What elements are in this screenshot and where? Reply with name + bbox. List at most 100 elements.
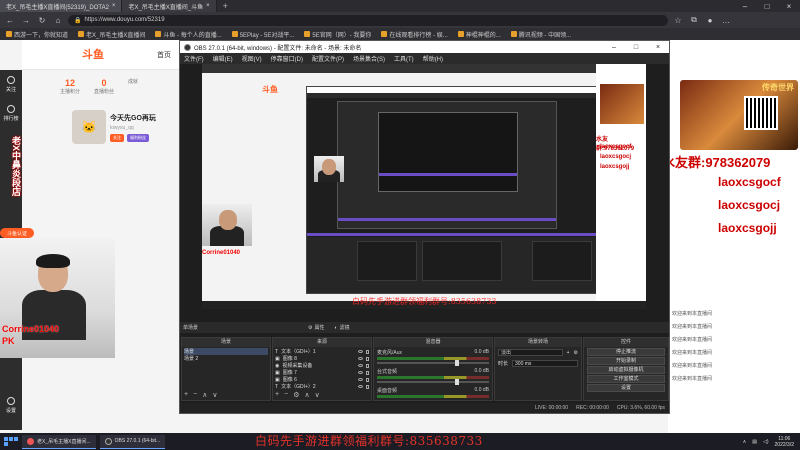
maximize-icon[interactable]: □: [625, 44, 647, 51]
gear-icon[interactable]: ⚙: [293, 391, 299, 399]
obs-preview[interactable]: 斗鱼 Corrine01040 水友群:978362079 laoxcsgocf…: [202, 64, 646, 309]
volume-slider[interactable]: [377, 360, 489, 366]
remove-icon[interactable]: −: [193, 391, 197, 399]
fan-tag[interactable]: 福利粉丝: [127, 134, 149, 142]
visibility-icon[interactable]: [358, 385, 363, 388]
source-item[interactable]: ▣ 图像 7: [275, 369, 369, 376]
source-item[interactable]: ▣ 图像 8: [275, 355, 369, 362]
sidebar-item-rank[interactable]: 排行榜: [0, 99, 22, 128]
menu-edit[interactable]: 编辑(E): [213, 54, 233, 63]
transition-select[interactable]: 淡出: [498, 349, 563, 356]
lock-icon[interactable]: [366, 377, 369, 382]
follow-tag[interactable]: 关注: [110, 134, 124, 142]
windows-start-icon[interactable]: [0, 437, 18, 446]
nav-home-link[interactable]: 首页: [157, 50, 171, 60]
star-icon[interactable]: ☆: [672, 16, 684, 25]
lock-icon[interactable]: [366, 370, 369, 375]
source-item[interactable]: ▣ 图像 6: [275, 376, 369, 383]
menu-view[interactable]: 视图(V): [242, 54, 262, 63]
profile-icon[interactable]: ●: [704, 16, 716, 25]
properties-button[interactable]: ⚙ 属性: [308, 324, 325, 332]
add-icon[interactable]: +: [275, 391, 279, 399]
bookmark-item[interactable]: 5E官网（网）- 我要你: [304, 30, 371, 39]
visibility-icon[interactable]: [358, 364, 363, 367]
close-window-icon[interactable]: ×: [778, 2, 800, 11]
visibility-icon[interactable]: [358, 350, 363, 353]
menu-tools[interactable]: 工具(T): [394, 54, 414, 63]
volume-icon[interactable]: ◁): [763, 439, 769, 445]
visibility-icon[interactable]: [358, 371, 363, 374]
minimize-icon[interactable]: –: [603, 44, 625, 51]
lock-icon[interactable]: [366, 384, 369, 389]
menu-profile[interactable]: 配置文件(P): [312, 54, 344, 63]
close-icon[interactable]: ×: [112, 3, 116, 9]
menu-file[interactable]: 文件(F): [184, 54, 204, 63]
add-icon[interactable]: +: [184, 391, 188, 399]
studio-mode-button[interactable]: 工作室模式: [587, 375, 665, 383]
bookmark-item[interactable]: 西游一下，你就知道: [6, 30, 68, 39]
source-item[interactable]: T 文本（GDI+）1: [275, 348, 369, 355]
down-icon[interactable]: ∨: [212, 391, 217, 399]
down-icon[interactable]: ∨: [315, 391, 320, 399]
remove-icon[interactable]: −: [284, 391, 288, 399]
lock-icon[interactable]: [366, 356, 369, 361]
browser-tab-2[interactable]: 老X_吊毛主播X直播间_斗鱼 ×: [122, 0, 217, 12]
start-recording-button[interactable]: 开始录制: [587, 357, 665, 365]
scene-transitions-dock: 场景转场 淡出 + ⚙ 时长 300 ms: [494, 337, 582, 401]
stat-item: 0 直播粉丝: [94, 78, 115, 95]
collections-icon[interactable]: ⧉: [688, 15, 700, 25]
chevron-up-icon[interactable]: ∧: [743, 439, 747, 445]
settings-button[interactable]: 设置: [587, 384, 665, 392]
menu-scene-collection[interactable]: 场景集合(S): [353, 54, 385, 63]
bookmark-item[interactable]: 斗鱼 - 每个人的直播...: [155, 30, 222, 39]
audio-mixer-dock: 混音器 麦克风/Aux 0.0 dB 台式音频 0.0 dB 桌面音频 0.0 dB: [373, 337, 493, 401]
reload-icon[interactable]: ↻: [36, 16, 48, 25]
bookmark-item[interactable]: 在线观看排行榜 - 娱...: [381, 30, 448, 39]
game-ad-banner[interactable]: 传奇世界: [680, 80, 798, 150]
new-tab-button[interactable]: +: [217, 1, 234, 11]
scene-item[interactable]: 场景: [184, 348, 268, 355]
volume-slider[interactable]: [377, 379, 489, 385]
chat-line: 欢迎来到本直播间: [672, 324, 713, 330]
sidebar-item-settings[interactable]: 设置: [0, 391, 22, 420]
virtual-camera-button[interactable]: 启动虚拟摄像机: [587, 366, 665, 374]
up-icon[interactable]: ∧: [304, 391, 309, 399]
lock-icon[interactable]: [366, 363, 369, 368]
menu-docks[interactable]: 停靠窗口(D): [271, 54, 303, 63]
anchor-avatar[interactable]: 🐱: [72, 110, 106, 144]
nested-obs-window-2: [337, 101, 557, 229]
minimize-icon[interactable]: –: [734, 2, 756, 11]
clock[interactable]: 11:06 2022/3/2: [775, 436, 794, 448]
taskbar-app-obs[interactable]: OBS 27.0.1 (64-bit...: [99, 434, 166, 449]
close-icon[interactable]: ×: [206, 3, 210, 9]
close-window-icon[interactable]: ×: [647, 44, 669, 51]
scene-item[interactable]: 场景 2: [184, 355, 268, 362]
url-field[interactable]: 🔒 https://www.douyu.com/52319: [68, 14, 668, 26]
back-icon[interactable]: ←: [4, 16, 16, 25]
home-icon[interactable]: ⌂: [52, 16, 64, 25]
stop-streaming-button[interactable]: 停止推流: [587, 348, 665, 356]
visibility-icon[interactable]: [358, 357, 363, 360]
duration-input[interactable]: 300 ms: [512, 360, 578, 367]
bookmark-item[interactable]: 神棍神棍的...: [457, 30, 501, 39]
source-item[interactable]: ◉ 视频采集设备: [275, 362, 369, 369]
gear-icon[interactable]: ⚙: [574, 350, 578, 356]
lock-icon[interactable]: [366, 349, 369, 354]
filters-button[interactable]: ◐ 滤镜: [335, 324, 350, 332]
up-icon[interactable]: ∧: [202, 391, 207, 399]
bookmark-item[interactable]: 老X_吊毛主播X直播间: [78, 30, 145, 39]
maximize-icon[interactable]: □: [756, 2, 778, 11]
source-item[interactable]: T 文本（GDI+）2: [275, 383, 369, 390]
menu-help[interactable]: 帮助(H): [423, 54, 443, 63]
taskbar-app-browser[interactable]: 老X_吊毛主播X直播间...: [22, 434, 96, 449]
forward-icon[interactable]: →: [20, 16, 32, 25]
bookmark-item[interactable]: 5EPlay - 5E对战平...: [231, 30, 294, 39]
visibility-icon[interactable]: [358, 378, 363, 381]
douyu-logo[interactable]: 斗鱼: [82, 46, 130, 64]
certify-button[interactable]: 斗鱼认证: [0, 228, 34, 238]
browser-tab-1[interactable]: 老X_吊毛主播X直播间(52319)_DOTA2 ×: [0, 0, 123, 12]
network-icon[interactable]: ▤: [752, 439, 757, 445]
more-icon[interactable]: …: [720, 16, 732, 25]
add-icon[interactable]: +: [567, 350, 570, 356]
bookmark-item[interactable]: 腾讯视频 - 中国领...: [510, 30, 571, 39]
